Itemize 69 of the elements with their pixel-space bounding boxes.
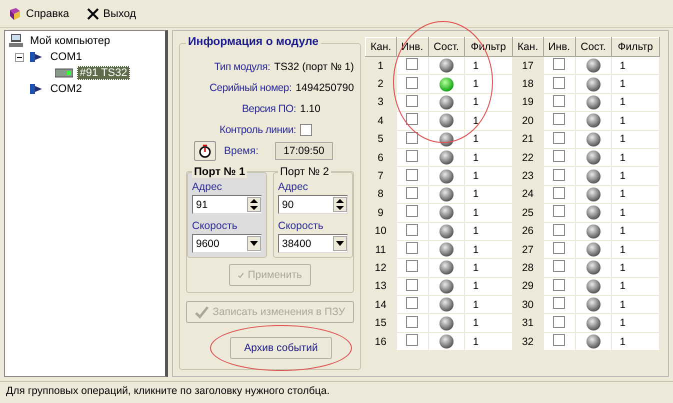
field-label: Скорость xyxy=(192,220,238,232)
address-spinbox[interactable]: 91 xyxy=(192,195,262,214)
tree-item[interactable]: Мой компьютер xyxy=(28,35,112,47)
filter-cell: 1 xyxy=(611,166,660,186)
tree-item[interactable]: COM1 xyxy=(48,51,84,63)
filter-cell: 1 xyxy=(611,112,660,130)
field-value: TS32 (порт № 1) xyxy=(274,60,354,72)
time-field: 17:09:50 xyxy=(274,142,334,160)
field-label: Время: xyxy=(224,144,259,156)
tree-item[interactable]: COM2 xyxy=(48,83,84,95)
port-panel[interactable]: Порт № 1 Адрес 91 Скорость 9600 xyxy=(187,166,267,258)
filter-cell: 1 xyxy=(464,240,512,259)
column-header[interactable]: Сост. xyxy=(575,38,612,56)
field-value: 1.10 xyxy=(300,102,320,114)
filter-cell: 1 xyxy=(464,148,512,167)
column-header[interactable]: Инв. xyxy=(396,38,428,56)
filter-cell: 1 xyxy=(464,166,512,186)
filter-cell: 1 xyxy=(611,258,660,278)
filter-cell: 1 xyxy=(611,240,660,259)
menu-item[interactable]: Справка xyxy=(6,4,72,22)
column-header[interactable]: Кан. xyxy=(512,38,544,56)
event-archive-button[interactable]: Архив событий xyxy=(230,337,332,359)
filter-cell: 1 xyxy=(464,74,512,94)
filter-cell: 1 xyxy=(464,130,512,148)
filter-cell: 1 xyxy=(464,93,512,112)
field-label: Тип модуля: xyxy=(213,60,270,72)
filter-cell: 1 xyxy=(464,314,512,332)
filter-cell: 1 xyxy=(611,74,660,94)
filter-cell: 1 xyxy=(464,332,512,351)
filter-cell: 1 xyxy=(464,56,512,75)
speed-dropdown[interactable]: 38400 xyxy=(278,234,348,253)
filter-cell: 1 xyxy=(464,258,512,278)
address-spinbox[interactable]: 90 xyxy=(278,195,348,214)
field-label: Адрес xyxy=(278,181,310,193)
filter-cell: 1 xyxy=(611,314,660,332)
field-label: Версия ПО: xyxy=(240,102,296,114)
group-title: Информация о модуле xyxy=(186,36,320,48)
filter-cell: 1 xyxy=(611,130,660,148)
filter-cell: 1 xyxy=(464,185,512,204)
column-header[interactable]: Кан. xyxy=(366,38,396,56)
tree-item[interactable]: #91 TS32 xyxy=(76,66,130,80)
column-header[interactable]: Фильтр xyxy=(611,38,660,56)
filter-cell: 1 xyxy=(611,148,660,167)
speed-dropdown[interactable]: 9600 xyxy=(192,234,262,253)
filter-cell: 1 xyxy=(611,204,660,222)
field-label: Скорость xyxy=(278,220,324,232)
field-label: Серийный номер: xyxy=(208,82,292,94)
filter-cell: 1 xyxy=(464,204,512,222)
filter-cell: 1 xyxy=(464,112,512,130)
filter-cell: 1 xyxy=(611,56,660,75)
filter-cell: 1 xyxy=(464,277,512,296)
column-header[interactable]: Инв. xyxy=(543,38,576,56)
filter-cell: 1 xyxy=(611,93,660,112)
filter-cell: 1 xyxy=(611,277,660,296)
filter-cell: 1 xyxy=(611,296,660,314)
filter-cell: 1 xyxy=(611,332,660,351)
filter-cell: 1 xyxy=(464,222,512,240)
status-bar: Для групповых операций, кликните по заголовку нужного столбца. xyxy=(0,381,673,403)
filter-cell: 1 xyxy=(464,296,512,314)
port-title: Порт № 2 xyxy=(278,166,331,178)
port-title: Порт № 1 xyxy=(192,166,248,178)
field-value: 1494250790 xyxy=(296,82,354,94)
filter-cell: 1 xyxy=(611,185,660,204)
menu-item[interactable]: Выход xyxy=(85,6,138,22)
column-header[interactable]: Сост. xyxy=(428,38,464,56)
port-panel[interactable]: Порт № 2 Адрес 90 Скорость 38400 xyxy=(273,166,353,258)
filter-cell: 1 xyxy=(611,222,660,240)
field-label: Контроль линии: xyxy=(218,124,296,136)
field-label: Адрес xyxy=(192,181,224,193)
